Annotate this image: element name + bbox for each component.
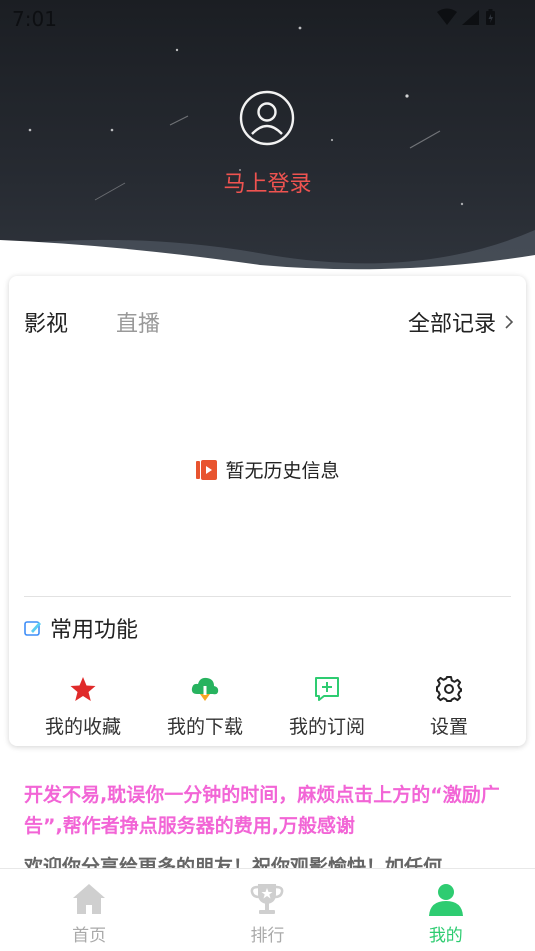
status-bar: 7:01 — [0, 0, 535, 36]
status-time: 7:01 — [12, 7, 57, 31]
common-functions-label: 常用功能 — [50, 618, 139, 643]
status-icons — [435, 8, 505, 28]
user-icon — [428, 884, 463, 916]
cloud-download-icon — [191, 677, 219, 701]
wave-divider — [0, 230, 535, 280]
battery-icon — [486, 9, 495, 25]
nav-home-label: 首页 — [72, 926, 107, 946]
trophy-icon — [251, 884, 284, 914]
favorites-button[interactable]: 我的收藏 — [22, 674, 144, 739]
all-records-label: 全部记录 — [407, 312, 496, 337]
history-card: 影视 直播 全部记录 暂无历史信息 常用功能 我的收藏 我的下载 我的订阅 设置 — [9, 276, 526, 746]
settings-button[interactable]: 设置 — [388, 674, 510, 739]
star-icon — [70, 677, 96, 701]
nav-home[interactable]: 首页 — [0, 869, 178, 951]
empty-history: 暂无历史信息 — [9, 456, 526, 483]
bottom-navigation: 首页 排行 我的 — [0, 868, 535, 951]
signal-icon — [462, 10, 479, 25]
downloads-button[interactable]: 我的下载 — [144, 674, 266, 739]
nav-ranking-label: 排行 — [250, 926, 285, 946]
downloads-label: 我的下载 — [166, 716, 243, 738]
gear-icon — [436, 676, 462, 702]
avatar-icon[interactable] — [239, 90, 295, 146]
subscriptions-button[interactable]: 我的订阅 — [266, 674, 388, 739]
support-notice: 开发不易,耽误你一分钟的时间，麻烦点击上方的“激励广告”,帮作者挣点服务器的费用… — [24, 784, 500, 837]
home-icon — [73, 884, 106, 914]
subscriptions-label: 我的订阅 — [288, 716, 365, 738]
favorites-label: 我的收藏 — [44, 716, 121, 738]
nav-mine[interactable]: 我的 — [357, 869, 535, 951]
function-grid: 我的收藏 我的下载 我的订阅 设置 — [9, 674, 526, 739]
settings-label: 设置 — [429, 716, 468, 738]
chevron-right-icon — [505, 315, 514, 329]
video-book-icon — [196, 459, 218, 480]
tab-live[interactable]: 直播 — [116, 306, 160, 338]
empty-history-text: 暂无历史信息 — [225, 460, 340, 482]
wifi-icon — [437, 8, 457, 25]
profile-header: 7:01 马上登录 — [0, 0, 535, 280]
subscribe-icon — [315, 677, 339, 701]
common-functions-title: 常用功能 — [24, 612, 138, 644]
divider — [24, 596, 511, 597]
login-button[interactable]: 马上登录 — [0, 166, 535, 198]
nav-ranking[interactable]: 排行 — [178, 869, 356, 951]
nav-mine-label: 我的 — [428, 926, 463, 946]
edit-icon — [24, 621, 41, 636]
history-tabs: 影视 直播 — [24, 306, 208, 338]
all-records-link[interactable]: 全部记录 — [408, 306, 514, 338]
tab-movies[interactable]: 影视 — [24, 306, 68, 338]
